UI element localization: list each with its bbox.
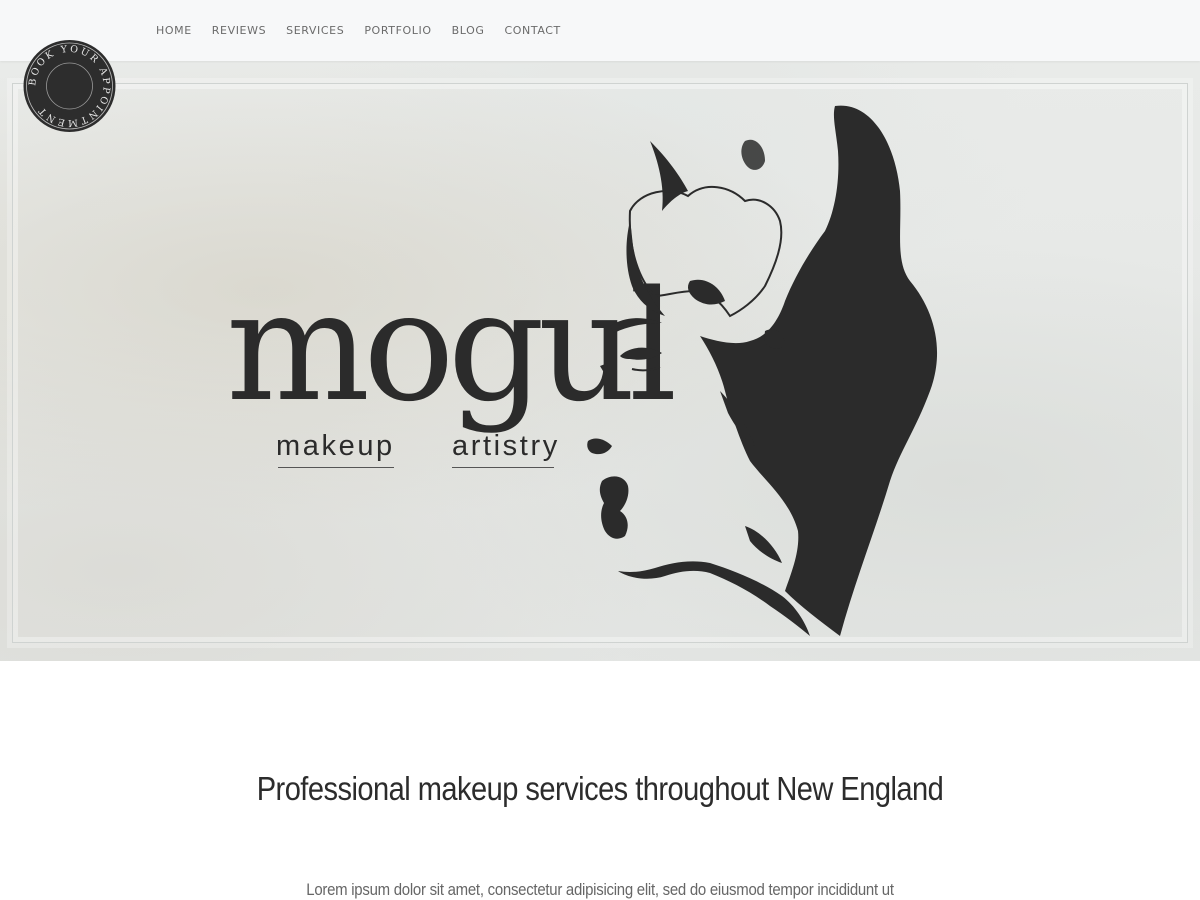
hero-banner: mogul makeup artistry [0, 61, 1200, 661]
badge-seal-icon: BOOK YOUR APPOINTMENT [23, 40, 116, 132]
nav-services-link[interactable]: SERVICES [276, 0, 354, 61]
logo-rule-left [278, 467, 394, 468]
nav-reviews-link[interactable]: REVIEWS [202, 0, 276, 61]
woman-profile-illustration [587, 105, 938, 636]
book-appointment-badge[interactable]: BOOK YOUR APPOINTMENT [22, 16, 117, 151]
nav-portfolio-link[interactable]: PORTFOLIO [354, 0, 441, 61]
main-nav: HOME REVIEWS SERVICES PORTFOLIO BLOG CON… [146, 0, 571, 61]
nav-home-link[interactable]: HOME [146, 0, 202, 61]
nav-contact-link[interactable]: CONTACT [494, 0, 570, 61]
page-tagline: Professional makeup services throughout … [256, 770, 944, 807]
logo-sub-artistry: artistry [452, 430, 560, 462]
top-navbar: HOME REVIEWS SERVICES PORTFOLIO BLOG CON… [0, 0, 1200, 61]
nav-blog-link[interactable]: BLOG [442, 0, 495, 61]
logo-sub-makeup: makeup [276, 430, 395, 462]
intro-paragraph: Lorem ipsum dolor sit amet, consectetur … [306, 880, 894, 899]
logo-rule-right [452, 467, 554, 468]
logo-wordmark: mogul [226, 258, 677, 435]
